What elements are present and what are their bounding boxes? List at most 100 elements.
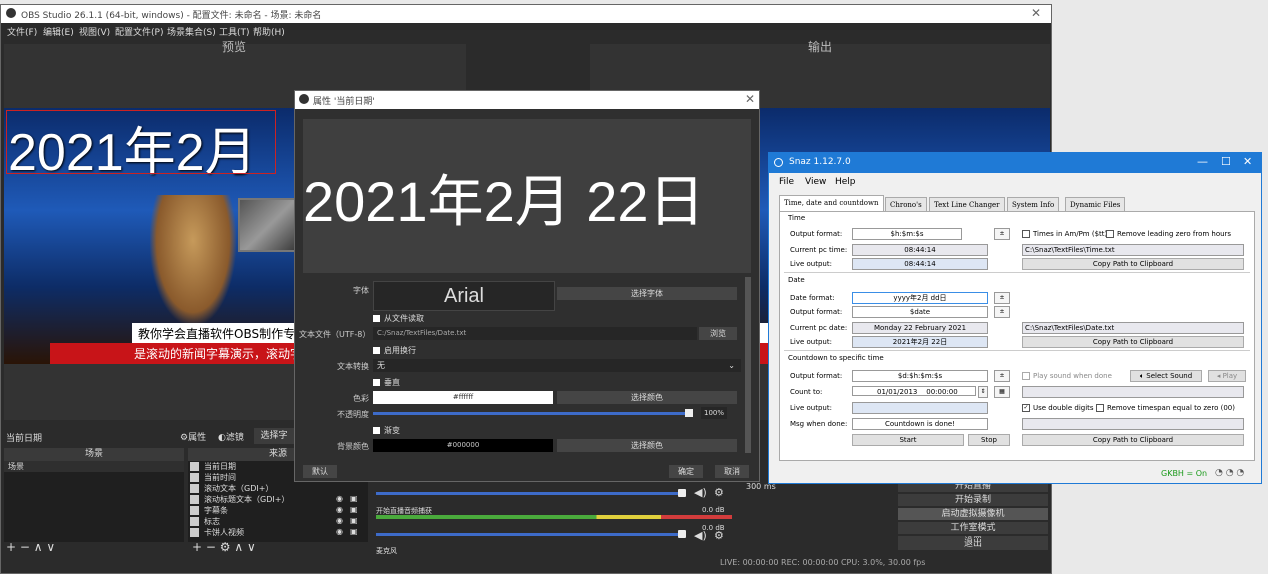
volume-slider-knob[interactable] — [678, 530, 686, 538]
eye-icon[interactable]: ◉ — [336, 516, 343, 525]
close-icon[interactable]: ✕ — [1031, 6, 1041, 20]
volume-slider-knob[interactable] — [678, 489, 686, 497]
countdown-output-format-input[interactable]: $d:$h:$m:$s — [852, 370, 988, 382]
remove-icon[interactable]: − — [206, 540, 216, 554]
volume-slider[interactable] — [376, 533, 686, 536]
select-bg-color-button[interactable]: 选择颜色 — [557, 439, 737, 452]
volume-slider[interactable] — [376, 492, 686, 495]
default-button[interactable]: 默认 — [303, 465, 337, 478]
vertical-checkbox[interactable]: 垂直 — [373, 377, 400, 388]
date-copy-path-button[interactable]: Copy Path to Clipboard — [1022, 336, 1244, 348]
msg-when-done-input[interactable]: Countdown is done! — [852, 418, 988, 430]
select-sound-button[interactable]: 🔈︎ Select Sound — [1130, 370, 1202, 382]
date-output-help-button[interactable]: ± — [994, 306, 1010, 318]
select-font-button[interactable]: 选择字 — [254, 428, 294, 444]
add-icon[interactable]: + — [6, 540, 16, 554]
tray-icons[interactable]: ◔ ◔ ◔ — [1215, 468, 1244, 478]
selection-box[interactable] — [6, 110, 276, 174]
menu-help[interactable]: 帮助(H) — [253, 25, 285, 38]
leading-zero-checkbox[interactable]: Remove leading zero from hours — [1106, 230, 1231, 238]
double-digits-checkbox[interactable]: ✓ Use double digits — [1022, 404, 1094, 412]
add-icon[interactable]: + — [192, 540, 202, 554]
calendar-icon[interactable]: ▦ — [994, 386, 1010, 398]
tab-dynamic-files[interactable]: Dynamic Files — [1065, 197, 1126, 212]
close-icon[interactable]: ✕ — [1243, 155, 1252, 168]
tab-system-info[interactable]: System Info — [1007, 197, 1060, 212]
exit-button[interactable]: 退出 — [898, 538, 1048, 550]
time-output-format-input[interactable]: $h:$m:$s — [852, 228, 962, 240]
speaker-icon[interactable]: ◀) — [694, 486, 707, 499]
date-output-format-input[interactable]: $date — [852, 306, 988, 318]
down-icon[interactable]: ∨ — [46, 540, 55, 554]
cancel-button[interactable]: 取消 — [715, 465, 749, 478]
opacity-slider-knob[interactable] — [685, 409, 693, 417]
am-pm-checkbox[interactable]: Times in Am/Pm ($tt) — [1022, 230, 1107, 238]
menu-scene-collection[interactable]: 场景集合(S) — [167, 25, 216, 38]
maximize-icon[interactable]: ☐ — [1221, 155, 1231, 168]
menu-view[interactable]: View — [805, 177, 826, 187]
source-item[interactable]: 字幕条 ◉ ▣ — [188, 505, 368, 516]
date-format-help-button[interactable]: ± — [994, 292, 1010, 304]
menu-file[interactable]: 文件(F) — [7, 25, 37, 38]
opacity-slider[interactable] — [373, 412, 691, 415]
from-file-checkbox[interactable]: 从文件读取 — [373, 313, 424, 324]
file-path-input[interactable]: C:/Snaz/TextFiles/Date.txt — [373, 327, 697, 340]
ok-button[interactable]: 确定 — [669, 465, 703, 478]
source-item[interactable]: 滚动标题文本（GDI+） ◉ ▣ — [188, 494, 368, 505]
eye-icon[interactable]: ◉ — [336, 527, 343, 536]
select-font-button[interactable]: 选择字体 — [557, 287, 737, 300]
source-item[interactable]: 标志 ◉ ▣ — [188, 516, 368, 527]
minimize-icon[interactable]: — — [1197, 155, 1208, 168]
menu-tools[interactable]: 工具(T) — [219, 25, 250, 38]
speaker-icon[interactable]: ◀) — [694, 529, 707, 542]
menu-view[interactable]: 视图(V) — [79, 25, 110, 38]
count-to-spinner[interactable]: ⇕ — [978, 386, 988, 398]
menu-help[interactable]: Help — [835, 177, 856, 187]
menu-profile[interactable]: 配置文件(P) — [115, 25, 163, 38]
gear-icon[interactable]: ⚙ — [714, 486, 724, 499]
studio-mode-button[interactable]: 工作室模式 — [898, 522, 1048, 534]
stop-button[interactable]: Stop — [968, 434, 1010, 446]
time-format-help-button[interactable]: ± — [994, 228, 1010, 240]
play-sound-checkbox[interactable]: Play sound when done — [1022, 372, 1112, 380]
scene-item[interactable]: 场景 — [4, 461, 184, 472]
start-recording-button[interactable]: 开始录制 — [898, 494, 1048, 506]
remove-icon[interactable]: − — [20, 540, 30, 554]
start-button[interactable]: Start — [852, 434, 964, 446]
lock-icon[interactable]: ▣ — [350, 516, 358, 525]
transform-select[interactable]: 无 ⌄ — [373, 359, 741, 372]
tab-chronos[interactable]: Chrono's — [885, 197, 927, 212]
menu-file[interactable]: File — [779, 177, 794, 187]
gear-icon[interactable]: ⚙ — [714, 529, 724, 542]
source-item[interactable]: 卡饼人视频 ◉ ▣ — [188, 527, 368, 538]
tab-time-date-countdown[interactable]: Time, date and countdown — [779, 195, 884, 212]
countdown-copy-path-button[interactable]: Copy Path to Clipboard — [1022, 434, 1244, 446]
properties-scrollbar[interactable] — [745, 277, 751, 453]
up-icon[interactable]: ∧ — [234, 540, 243, 554]
lock-icon[interactable]: ▣ — [350, 527, 358, 536]
menu-edit[interactable]: 编辑(E) — [43, 25, 74, 38]
wrap-checkbox[interactable]: 启用换行 — [373, 345, 416, 356]
time-copy-path-button[interactable]: Copy Path to Clipboard — [1022, 258, 1244, 270]
select-color-button[interactable]: 选择颜色 — [557, 391, 737, 404]
properties-button[interactable]: ⚙属性 — [180, 430, 206, 443]
tab-text-line-changer[interactable]: Text Line Changer — [929, 197, 1005, 212]
down-icon[interactable]: ∨ — [247, 540, 256, 554]
lock-icon[interactable]: ▣ — [350, 505, 358, 514]
lock-icon[interactable]: ▣ — [350, 494, 358, 503]
play-button[interactable]: ◂ Play — [1208, 370, 1246, 382]
up-icon[interactable]: ∧ — [34, 540, 43, 554]
count-to-input[interactable]: 01/01/2013 00:00:00 — [852, 386, 976, 396]
remove-zero-checkbox[interactable]: Remove timespan equal to zero (00) — [1096, 404, 1235, 412]
virtual-camera-button[interactable]: 启动虚拟摄像机 — [898, 508, 1048, 520]
gear-icon[interactable]: ⚙ — [220, 540, 231, 554]
eye-icon[interactable]: ◉ — [336, 494, 343, 503]
opacity-input[interactable]: 100% — [701, 407, 727, 419]
browse-button[interactable]: 浏览 — [699, 327, 737, 340]
eye-icon[interactable]: ◉ — [336, 505, 343, 514]
source-item[interactable]: 滚动文本（GDI+） — [188, 483, 368, 494]
countdown-format-help-button[interactable]: ± — [994, 370, 1010, 382]
gradient-checkbox[interactable]: 渐变 — [373, 425, 400, 436]
filters-button[interactable]: ◐滤镜 — [218, 430, 244, 443]
close-icon[interactable]: ✕ — [745, 92, 755, 106]
